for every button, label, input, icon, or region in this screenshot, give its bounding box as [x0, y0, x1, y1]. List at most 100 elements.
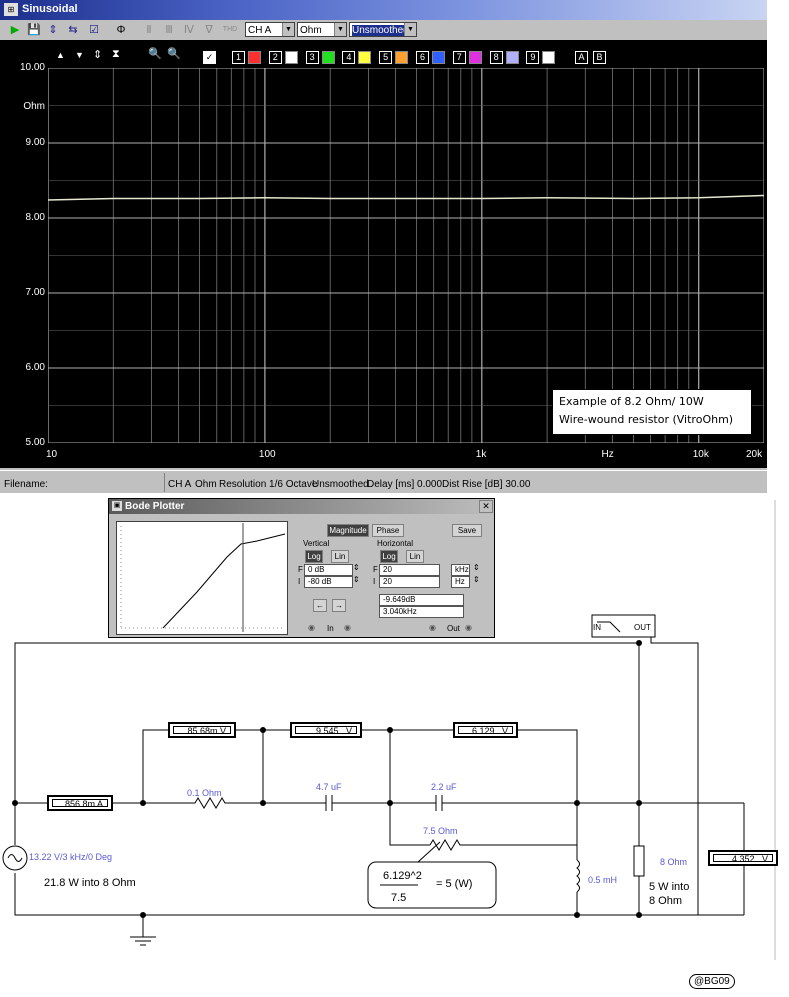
formula-numerator: 6.129^2	[383, 870, 422, 882]
chevron-down-icon: ▼	[282, 23, 294, 36]
inductor-l1[interactable]	[576, 859, 580, 893]
channel-9-color-swatch[interactable]	[542, 51, 556, 64]
expand-vertical-icon[interactable]: ⇕	[93, 48, 102, 61]
tool-3-icon[interactable]: Ⅳ	[182, 23, 196, 37]
smoothing-select[interactable]: Unsmoothed ▼	[349, 22, 417, 37]
status-smoothing: Unsmoothed	[312, 479, 369, 490]
source-label: 13.22 V/3 kHz/0 Deg	[29, 852, 113, 862]
annotation-box: Example of 8.2 Ohm/ 10W Wire-wound resis…	[552, 389, 752, 435]
l1-label: 0.5 mH	[588, 875, 618, 885]
node	[387, 727, 393, 733]
channel-5-toggle[interactable]: 5	[379, 51, 393, 64]
voltmeter-load-value: 4.352	[731, 854, 755, 864]
status-delay: Delay [ms] 0.000	[367, 479, 443, 490]
y-tick-label: 6.00	[25, 362, 45, 373]
scroll-up-icon[interactable]: ▲	[56, 50, 65, 60]
chevron-down-icon: ▼	[334, 23, 346, 36]
r2-label: 7.5 Ohm	[423, 826, 458, 836]
unit-select[interactable]: Ohm ▼	[297, 22, 347, 37]
channel-9-toggle[interactable]: 9	[526, 51, 540, 64]
trace-A-toggle[interactable]: A	[575, 51, 588, 64]
r3-label: 8 Ohm	[660, 857, 688, 867]
voltmeter-c1[interactable]: 9.545 V	[290, 722, 362, 738]
input-power-label: 21.8 W into 8 Ohm	[44, 877, 136, 889]
resistor-r2[interactable]	[429, 839, 577, 851]
node	[140, 800, 146, 806]
voltmeter-c2[interactable]: 6.129 V	[453, 722, 518, 738]
zoom-out-icon[interactable]: 🔍	[167, 47, 181, 60]
formula-result: = 5 (W)	[436, 878, 473, 890]
trace-B-toggle[interactable]: B	[593, 51, 606, 64]
window-title: Sinusoidal	[22, 3, 78, 15]
channel-1-color-swatch[interactable]	[248, 51, 261, 64]
all-channels-checkbox[interactable]: ✓	[203, 51, 216, 64]
voltmeter-load[interactable]: 4.352 V	[708, 850, 778, 866]
wire	[518, 729, 578, 803]
check-icon[interactable]: ☑	[87, 23, 101, 37]
channel-1-toggle[interactable]: 1	[232, 51, 245, 64]
channel-4-toggle[interactable]: 4	[342, 51, 356, 64]
channel-3-color-swatch[interactable]	[321, 51, 335, 64]
thd-button[interactable]: THD	[221, 23, 239, 37]
app-icon: ⊞	[4, 3, 18, 16]
channel-value: CH A	[248, 25, 272, 36]
channel-select[interactable]: CH A ▼	[245, 22, 295, 37]
resistor-r1[interactable]	[190, 797, 230, 809]
channel-3-toggle[interactable]: 3	[305, 51, 319, 64]
load-power-line-2: 8 Ohm	[649, 895, 683, 907]
x-tick-label: 100	[258, 449, 276, 460]
status-channel: CH A	[168, 479, 192, 490]
channel-8-color-swatch[interactable]	[505, 51, 519, 64]
save-icon[interactable]: 💾	[27, 23, 41, 37]
impedance-trace	[48, 194, 764, 201]
voltmeter-r1[interactable]: 85.68m V	[168, 722, 236, 738]
x-tick-label: Hz	[601, 449, 614, 460]
zoom-in-icon[interactable]: 🔍	[148, 47, 162, 60]
x-tick-label: 20k	[746, 449, 763, 460]
settings-icon[interactable]: ⇆	[66, 23, 80, 37]
channel-2-toggle[interactable]: 2	[268, 51, 282, 64]
status-divider	[164, 473, 165, 492]
channel-8-toggle[interactable]: 8	[489, 51, 503, 64]
y-tick-label: 9.00	[25, 137, 45, 148]
channel-7-toggle[interactable]: 7	[452, 51, 466, 64]
title-bar: ⊞ Sinusoidal	[0, 0, 767, 20]
marker-icon[interactable]: Φ	[114, 23, 128, 37]
voltmeter-c2-unit: V	[501, 726, 508, 736]
circuit-schematic	[2, 500, 776, 960]
channel-6-color-swatch[interactable]	[432, 51, 445, 64]
tool-4-icon[interactable]: ∇	[202, 23, 216, 37]
compress-vertical-icon[interactable]: ⧗	[112, 48, 120, 61]
voltmeter-c1-unit: V	[345, 726, 352, 736]
node	[574, 912, 580, 918]
status-dist-rise: Dist Rise [dB] 30.00	[442, 479, 531, 490]
status-bar: Filename: CH A Ohm Resolution 1/6 Octave…	[0, 470, 767, 493]
toolbar: ▶ 💾 ⇕ ⇆ ☑ Φ Ⅱ Ⅲ Ⅳ ∇ THD CH A ▼ Ohm ▼ Unsmo…	[0, 20, 767, 41]
resistor-r3[interactable]	[633, 845, 645, 877]
ammeter-unit: A	[96, 799, 103, 809]
impedance-chart	[48, 68, 764, 443]
channel-2-color-swatch[interactable]	[284, 51, 298, 64]
channel-7-color-swatch[interactable]	[468, 51, 482, 64]
tool-2-icon[interactable]: Ⅲ	[162, 23, 176, 37]
channel-5-color-swatch[interactable]	[395, 51, 409, 64]
wire	[142, 729, 168, 803]
node	[636, 912, 642, 918]
c2-label: 2.2 uF	[431, 782, 457, 792]
unit-value: Ohm	[300, 25, 322, 36]
node	[260, 800, 266, 806]
channel-4-color-swatch[interactable]	[358, 51, 372, 64]
ammeter[interactable]: 856.8m A	[47, 795, 113, 811]
scroll-down-icon[interactable]: ▼	[75, 50, 84, 60]
probe-icon[interactable]: ⇕	[46, 23, 60, 37]
tool-1-icon[interactable]: Ⅱ	[142, 23, 156, 37]
channel-6-toggle[interactable]: 6	[416, 51, 429, 64]
analyzer-window: ⊞ Sinusoidal ▶ 💾 ⇕ ⇆ ☑ Φ Ⅱ Ⅲ Ⅳ ∇ THD CH …	[0, 0, 767, 493]
play-icon[interactable]: ▶	[8, 23, 22, 37]
credit-badge: @BG09	[689, 974, 735, 989]
status-resolution: Resolution 1/6 Octave	[219, 479, 318, 490]
y-tick-label: 7.00	[25, 287, 45, 298]
x-tick-label: 1k	[475, 449, 487, 460]
voltmeter-r1-unit: V	[219, 726, 226, 736]
x-tick-label: 10k	[692, 449, 709, 460]
